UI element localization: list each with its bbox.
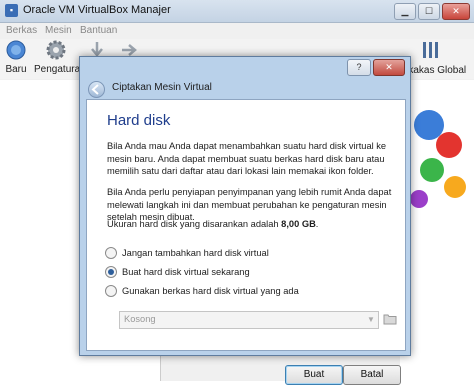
new-vm-icon <box>6 40 26 60</box>
global-tools-button[interactable] <box>418 39 444 64</box>
arrow-left-icon <box>91 84 99 95</box>
minimize-icon[interactable]: ▁ <box>394 3 416 20</box>
existing-disk-select[interactable]: Kosong ▼ <box>119 311 379 329</box>
folder-icon[interactable] <box>383 312 397 325</box>
welcome-illustration-part <box>444 176 466 198</box>
welcome-illustration-part <box>436 132 462 158</box>
option-no-disk[interactable]: Jangan tambahkan hard disk virtual <box>105 246 269 260</box>
welcome-illustration-part <box>420 158 444 182</box>
maximize-icon[interactable]: ☐ <box>418 3 440 20</box>
recommended-size-prefix: Ukuran hard disk yang disarankan adalah <box>107 219 282 229</box>
dialog-title: Ciptakan Mesin Virtual <box>112 82 212 93</box>
menu-mesin[interactable]: Mesin <box>45 25 72 36</box>
help-button[interactable]: ? <box>347 59 371 76</box>
create-vm-dialog: ? ✕ Ciptakan Mesin Virtual Hard disk Bil… <box>79 56 411 385</box>
description-paragraph-1: Bila Anda mau Anda dapat menambahkan sua… <box>107 141 387 176</box>
close-icon[interactable]: ✕ <box>373 59 405 76</box>
back-arrow-icon[interactable] <box>88 81 105 98</box>
dialog-header: Ciptakan Mesin Virtual <box>86 77 404 99</box>
settings-button[interactable]: Pengaturan <box>34 39 86 75</box>
recommended-size-text: Ukuran hard disk yang disarankan adalah … <box>107 218 392 231</box>
chevron-down-icon: ▼ <box>367 315 375 324</box>
option-create-disk[interactable]: Buat hard disk virtual sekarang <box>105 265 250 279</box>
menu-bantuan[interactable]: Bantuan <box>80 25 117 36</box>
section-title: Hard disk <box>107 112 171 129</box>
new-vm-button[interactable]: Baru <box>4 39 28 75</box>
recommended-size-value: 8,00 GB <box>281 219 316 229</box>
new-vm-label: Baru <box>5 64 27 75</box>
main-window-title: Oracle VM VirtualBox Manajer <box>23 4 171 16</box>
main-titlebar: ▪ Oracle VM VirtualBox Manajer ▁ ☐ ✕ <box>0 0 474 23</box>
close-icon[interactable]: ✕ <box>442 3 470 20</box>
radio-existing-disk[interactable] <box>105 285 117 297</box>
dialog-window-controls: ? ✕ <box>347 59 405 76</box>
dialog-titlebar: ? ✕ <box>80 57 410 79</box>
menu-bar: Berkas Mesin Bantuan <box>0 23 474 39</box>
global-tools-label: rkakas Global <box>405 65 467 76</box>
option-create-disk-label: Buat hard disk virtual sekarang <box>122 267 250 277</box>
global-tools-icon <box>423 42 438 58</box>
option-no-disk-label: Jangan tambahkan hard disk virtual <box>122 248 269 258</box>
existing-disk-select-value: Kosong <box>124 314 156 324</box>
menu-berkas[interactable]: Berkas <box>6 25 37 36</box>
settings-label: Pengaturan <box>34 64 86 75</box>
main-window-controls: ▁ ☐ ✕ <box>394 3 470 20</box>
gear-icon <box>46 40 66 60</box>
virtualbox-app-icon: ▪ <box>5 4 18 17</box>
recommended-size-suffix: . <box>315 219 319 229</box>
create-button[interactable]: Buat <box>285 365 343 385</box>
dialog-body: Hard disk Bila Anda mau Anda dapat menam… <box>86 99 406 385</box>
radio-create-disk[interactable] <box>105 266 117 278</box>
welcome-illustration-part <box>410 190 428 208</box>
radio-no-disk[interactable] <box>105 247 117 259</box>
cancel-button[interactable]: Batal <box>343 365 401 385</box>
option-existing-disk-label: Gunakan berkas hard disk virtual yang ad… <box>122 286 299 296</box>
option-existing-disk[interactable]: Gunakan berkas hard disk virtual yang ad… <box>105 284 299 298</box>
welcome-panel <box>400 80 474 381</box>
